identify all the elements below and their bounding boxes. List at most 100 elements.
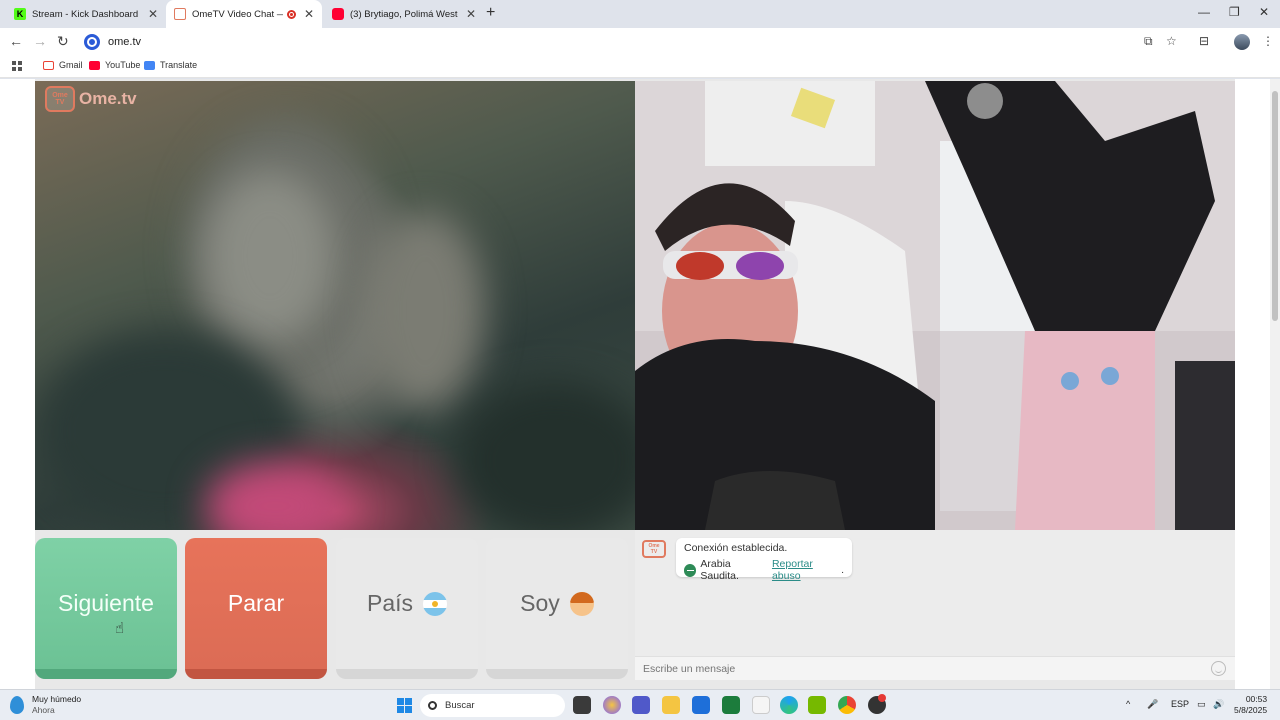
message-bar (635, 656, 1235, 680)
search-placeholder: Buscar (445, 700, 475, 711)
apps-grid-icon[interactable] (12, 61, 22, 71)
ometv-logo: Ome TV Ome.tv (45, 86, 137, 112)
new-tab-button[interactable]: + (486, 4, 495, 22)
menu-dots-icon[interactable]: ⋮ (1262, 34, 1274, 48)
next-button-label: Siguiente (58, 590, 154, 616)
address-bar[interactable]: ome.tv (80, 30, 1140, 54)
start-button[interactable] (397, 698, 412, 713)
tab-youtube-video[interactable]: (3) Brytiago, Polimá Westcoast ✕ (324, 0, 484, 28)
bookmark-label: Translate (160, 60, 198, 70)
close-tab-icon[interactable]: ✕ (148, 7, 158, 21)
xbox-icon[interactable] (722, 696, 740, 714)
notification-badge (878, 694, 886, 702)
saudi-arabia-flag-icon (684, 563, 697, 577)
close-tab-icon[interactable]: ✕ (304, 7, 314, 21)
next-button[interactable]: Siguiente (35, 538, 177, 679)
pink-pants (1015, 331, 1155, 530)
bookmark-youtube[interactable]: YouTube (89, 60, 140, 70)
volume-icon[interactable]: 🔊 (1213, 699, 1224, 710)
gmail-icon (43, 60, 54, 70)
bookmark-label: YouTube (105, 60, 141, 70)
blurred-hand (365, 211, 485, 411)
cast-icon[interactable]: ⧉ (1144, 34, 1153, 49)
forward-icon[interactable]: → (33, 33, 47, 49)
partner-country: Arabia Saudita. (700, 558, 739, 582)
weather-title: Muy húmedo (32, 694, 82, 704)
profile-avatar[interactable] (1234, 34, 1250, 50)
close-window-icon[interactable]: ✕ (1259, 5, 1269, 19)
tab-title: Stream - Kick Dashboard (32, 8, 139, 20)
hand-cursor-icon: ☝ (115, 620, 125, 637)
weather-widget[interactable]: Muy húmedo Ahora (10, 694, 81, 716)
kick-icon: K (14, 8, 26, 20)
camera-feed (635, 81, 1235, 530)
taskbar-search[interactable]: Buscar (420, 694, 565, 717)
stop-button-label: Parar (227, 590, 285, 616)
back-icon[interactable]: ← (9, 33, 23, 49)
stop-button[interactable]: Parar (185, 538, 327, 679)
file-explorer-icon[interactable] (662, 696, 680, 714)
system-message: Conexión establecida. Arabia Saudita. Re… (676, 538, 852, 582)
site-info-icon[interactable] (84, 34, 100, 50)
dark-chair (1175, 361, 1235, 530)
scrollbar-thumb[interactable] (1272, 91, 1278, 321)
report-suffix: . (841, 564, 844, 576)
message-input[interactable] (643, 661, 1183, 677)
bookmark-gmail[interactable]: Gmail (43, 60, 83, 70)
search-tabs-icon[interactable]: ⊟ (1199, 34, 1209, 48)
gender-button[interactable]: Soy (486, 538, 628, 679)
microphone-icon[interactable]: 🎤 (1147, 699, 1158, 710)
youtube-icon (332, 8, 344, 20)
mug (967, 83, 1003, 119)
argentina-flag-icon (423, 591, 448, 616)
ometv-chat-logo-icon: Ome TV (642, 540, 666, 558)
country-button[interactable]: País (336, 538, 478, 679)
language-indicator[interactable]: ESP (1171, 699, 1189, 709)
gender-button-label: Soy (520, 590, 560, 616)
edge-icon[interactable] (780, 696, 798, 714)
logo-text: Ome.tv (79, 89, 137, 108)
humidity-drop-icon (10, 696, 24, 714)
system-clock[interactable]: 00:53 5/8/2025 (1234, 694, 1267, 716)
windows-taskbar: Muy húmedo Ahora Buscar ^ 🎤 ESP ▭ 🔊 00:5… (0, 689, 1280, 720)
reload-icon[interactable]: ↻ (57, 33, 69, 50)
clock-date: 5/8/2025 (1234, 705, 1268, 715)
restore-icon[interactable]: ❐ (1229, 5, 1240, 19)
copilot-icon[interactable] (603, 696, 621, 714)
emoji-smile-icon[interactable] (1211, 661, 1226, 676)
weather-sub: Ahora (32, 705, 55, 715)
search-icon (428, 701, 437, 710)
network-icon[interactable]: ▭ (1197, 699, 1206, 710)
close-tab-icon[interactable]: ✕ (466, 7, 476, 21)
tab-title: OmeTV Video Chat — Ome (192, 8, 283, 20)
page-scrollbar[interactable] (1270, 79, 1280, 689)
country-button-label: País (366, 590, 414, 616)
teams-icon[interactable] (632, 696, 650, 714)
nvidia-icon[interactable] (808, 696, 826, 714)
bookmark-label: Gmail (59, 60, 83, 70)
local-video (635, 81, 1235, 530)
tab-title: (3) Brytiago, Polimá Westcoast (350, 8, 458, 20)
microphone (705, 471, 845, 530)
notepad-icon[interactable] (752, 696, 770, 714)
tab-strip: K Stream - Kick Dashboard ✕ OmeTV Video … (0, 0, 1280, 28)
bookmarks-bar: Gmail YouTube Translate (0, 56, 1280, 78)
tab-ometv[interactable]: OmeTV Video Chat — Ome ✕ (166, 0, 322, 28)
ometv-tab-icon (174, 8, 186, 20)
whiteboard (705, 81, 875, 166)
bookmark-translate[interactable]: Translate (144, 60, 197, 70)
url-text: ome.tv (108, 36, 142, 48)
minimize-icon[interactable]: — (1198, 5, 1210, 19)
chevron-up-icon[interactable]: ^ (1126, 699, 1130, 709)
tab-kick-dashboard[interactable]: K Stream - Kick Dashboard ✕ (6, 0, 166, 28)
blurred-face-highlight (205, 171, 335, 341)
chrome-icon[interactable] (838, 696, 856, 714)
report-abuse-link[interactable]: Reportar abuso (772, 558, 841, 582)
boy-emoji-icon (569, 591, 594, 616)
bookmark-star-icon[interactable]: ☆ (1166, 34, 1177, 48)
browser-toolbar: ← → ↻ ome.tv ⧉ ☆ ⊟ ⋮ (0, 28, 1280, 56)
tv-icon: Ome TV (45, 86, 75, 112)
blurred-background (455, 381, 635, 530)
store-icon[interactable] (692, 696, 710, 714)
task-view-icon[interactable] (573, 696, 591, 714)
